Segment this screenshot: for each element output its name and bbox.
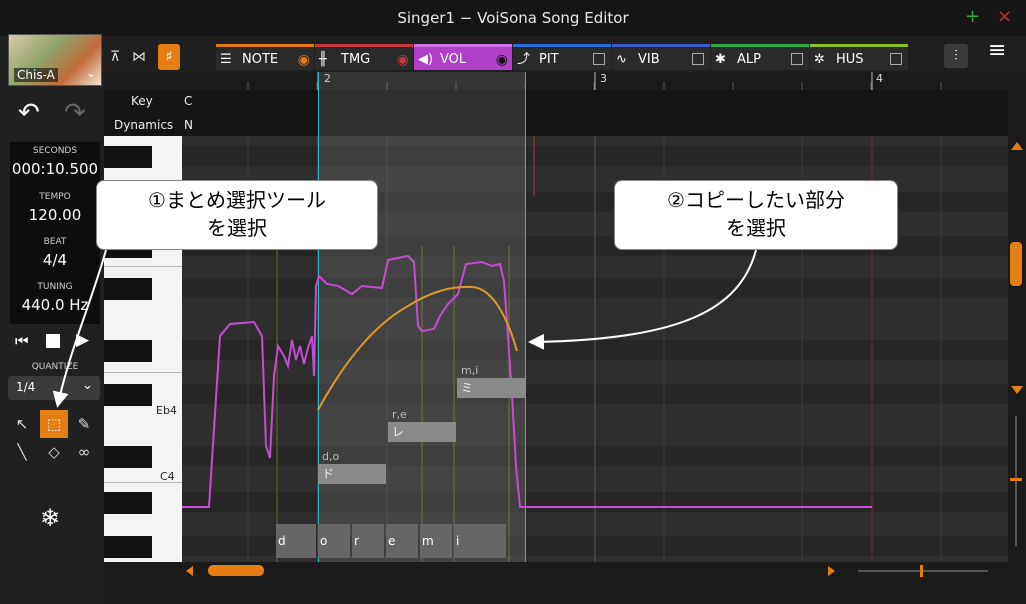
callout-arrows — [52, 249, 757, 408]
arrow-to-tool — [52, 249, 107, 408]
arrow-to-selection — [528, 249, 757, 350]
